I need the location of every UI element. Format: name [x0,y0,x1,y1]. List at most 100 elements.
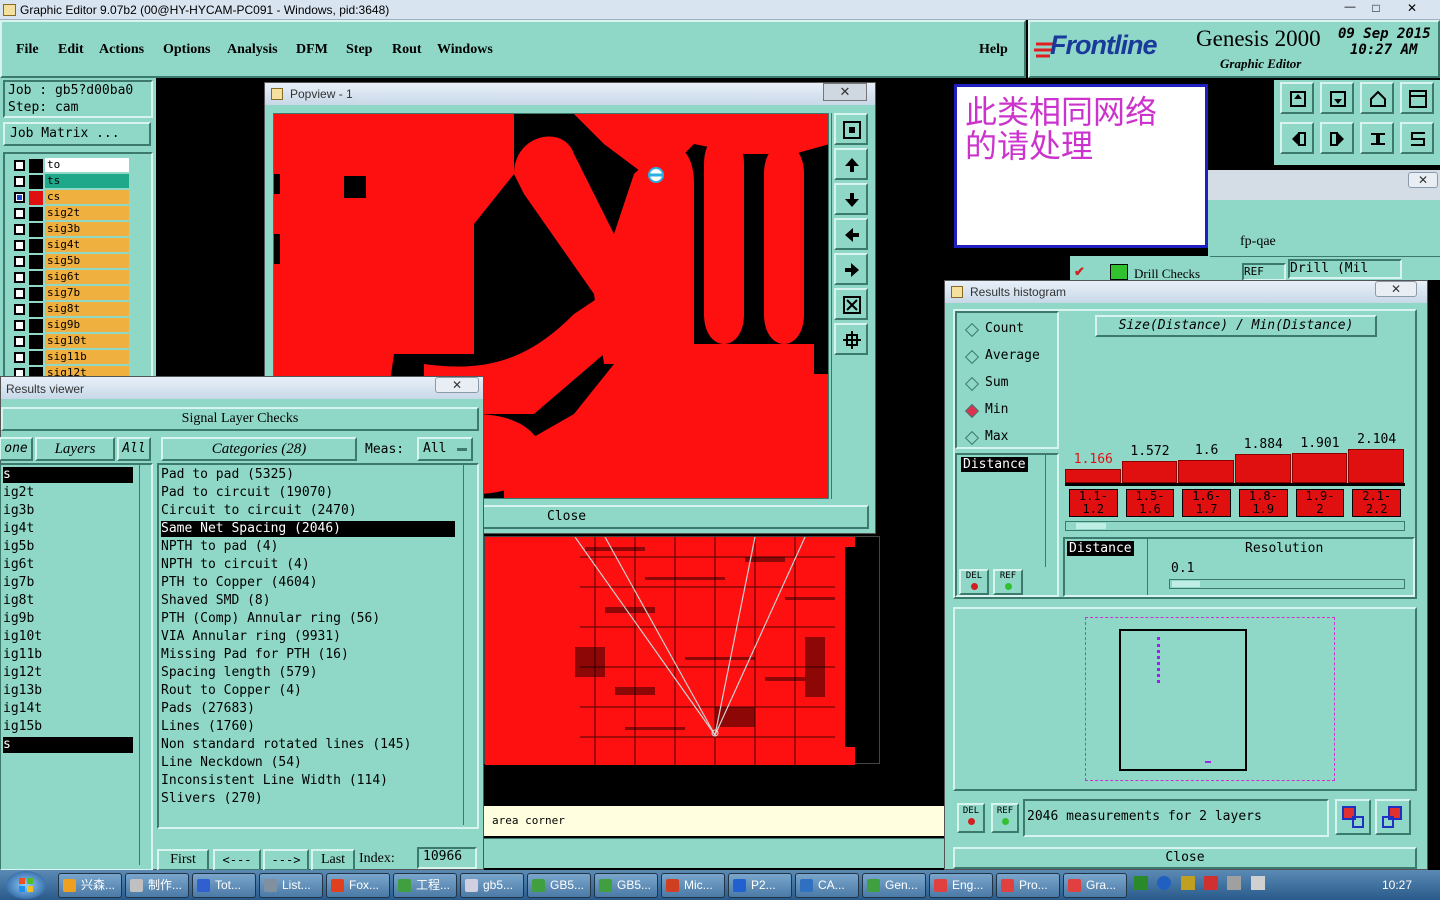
close-window-button[interactable]: ✕ [1392,1,1432,18]
export-left-icon[interactable] [1335,799,1371,835]
layer-checkbox[interactable] [14,352,25,363]
results-layer-item[interactable]: s [3,737,133,753]
tool-up-icon[interactable] [1280,82,1314,114]
mode-max[interactable]: Max [964,429,1008,449]
tab-all[interactable]: All [117,437,151,461]
layer-name[interactable]: sig10t [45,334,129,348]
prev-button[interactable]: <--- [213,849,261,871]
results-layer-item[interactable]: ig11b [3,647,133,663]
taskbar-item[interactable]: CA... [795,873,859,898]
job-matrix-button[interactable]: Job Matrix ... [3,122,151,146]
pan-left-icon[interactable] [834,218,868,250]
pan-up-icon[interactable] [834,148,868,180]
results-layer-scrollbar[interactable] [139,465,151,865]
taskbar-item[interactable]: Eng... [929,873,993,898]
resolution-attr-item[interactable]: Distance [1067,541,1134,556]
help-icon[interactable] [1157,876,1172,890]
layer-name[interactable]: sig6t [45,270,129,284]
layer-name[interactable]: to [45,158,129,172]
category-item[interactable]: PTH to Copper (4604) [161,575,455,591]
layer-row[interactable]: sig3b [11,222,129,237]
first-button[interactable]: First [157,849,209,871]
board-overview[interactable] [484,536,880,765]
menu-edit[interactable]: Edit [58,42,84,58]
category-item[interactable]: NPTH to pad (4) [161,539,455,555]
histogram-bar[interactable] [1065,469,1121,483]
category-item[interactable]: Slivers (270) [161,791,455,807]
category-item[interactable]: Same Net Spacing (2046) [161,521,455,537]
pan-down-icon[interactable] [834,183,868,215]
histogram-close-icon[interactable]: ✕ [1375,281,1417,297]
next-button[interactable]: ---> [263,849,309,871]
del-button[interactable]: DEL [959,569,989,595]
taskbar-item[interactable]: Mic... [661,873,725,898]
mode-min[interactable]: Min [964,402,1008,422]
layer-row[interactable]: sig5b [11,254,129,269]
bin-label[interactable]: 1.6- 1.7 [1182,489,1231,517]
ref-button[interactable]: REF [993,569,1023,595]
results-layer-item[interactable]: ig8t [3,593,133,609]
tool-snap-icon[interactable] [1400,122,1434,154]
del-button-2[interactable]: DEL [957,803,985,833]
tray-app-icon[interactable] [1134,876,1148,890]
results-layer-item[interactable]: ig3b [3,503,133,519]
attr-list-item[interactable]: Distance [961,457,1028,472]
category-item[interactable]: Pad to circuit (19070) [161,485,455,501]
category-item[interactable]: Non standard rotated lines (145) [161,737,455,753]
taskbar-item[interactable]: Tot... [192,873,256,898]
network-icon[interactable] [1227,876,1242,890]
category-item[interactable]: Rout to Copper (4) [161,683,455,699]
mode-count[interactable]: Count [964,321,1024,341]
menu-analysis[interactable]: Analysis [227,42,278,58]
category-item[interactable]: NPTH to circuit (4) [161,557,455,573]
layer-checkbox[interactable] [14,336,25,347]
popview-close-icon[interactable]: ✕ [823,83,867,101]
results-layer-item[interactable]: ig5b [3,539,133,555]
results-layer-item[interactable]: ig14t [3,701,133,717]
results-layer-item[interactable]: ig6t [3,557,133,573]
layer-name[interactable]: sig7b [45,286,129,300]
menu-file[interactable]: File [16,42,39,58]
drill-mil-field[interactable]: Drill (Mil [1288,259,1402,279]
results-layer-item[interactable]: ig10t [3,629,133,645]
layer-row[interactable]: sig4t [11,238,129,253]
zoom-in-icon[interactable] [834,288,868,320]
results-layer-item[interactable]: ig9b [3,611,133,627]
taskbar-item[interactable]: Gen... [862,873,926,898]
menu-actions[interactable]: Actions [99,42,144,58]
category-item[interactable]: VIA Annular ring (9931) [161,629,455,645]
menu-help[interactable]: Help [979,42,1008,58]
histogram-close-button[interactable]: Close [953,847,1417,869]
category-item[interactable]: PTH (Comp) Annular ring (56) [161,611,455,627]
export-right-icon[interactable] [1375,799,1411,835]
category-item[interactable]: Spacing length (579) [161,665,455,681]
resolution-scrollbar[interactable] [1147,539,1159,595]
layer-checkbox[interactable] [14,160,25,171]
last-button[interactable]: Last [311,849,355,871]
tool-mirror-icon[interactable] [1360,122,1394,154]
layer-name[interactable]: cs [45,190,129,204]
category-item[interactable]: Missing Pad for PTH (16) [161,647,455,663]
layer-name[interactable]: sig8t [45,302,129,316]
maximize-button[interactable]: □ [1364,1,1388,18]
tool-down-icon[interactable] [1320,82,1354,114]
taskbar-item[interactable]: P2... [728,873,792,898]
attr-scrollbar[interactable] [1045,455,1057,567]
category-item[interactable]: Line Neckdown (54) [161,755,455,771]
tool-right-icon[interactable] [1320,122,1354,154]
resolution-slider[interactable] [1169,579,1405,589]
layer-checkbox[interactable] [14,288,25,299]
layer-row[interactable]: sig10t [11,334,129,349]
results-layer-item[interactable]: s [3,467,133,483]
menu-dfm[interactable]: DFM [296,42,328,58]
bin-label[interactable]: 1.5- 1.6 [1125,489,1175,517]
category-item[interactable]: Shaved SMD (8) [161,593,455,609]
category-scrollbar[interactable] [463,465,475,825]
chart-hscrollbar[interactable] [1065,521,1405,531]
results-layer-item[interactable]: ig13b [3,683,133,699]
category-item[interactable]: Inconsistent Line Width (114) [161,773,455,789]
layer-checkbox[interactable] [14,304,25,315]
tray-red-icon[interactable] [1204,876,1219,890]
menu-windows[interactable]: Windows [437,42,493,58]
layer-row[interactable]: sig2t [11,206,129,221]
